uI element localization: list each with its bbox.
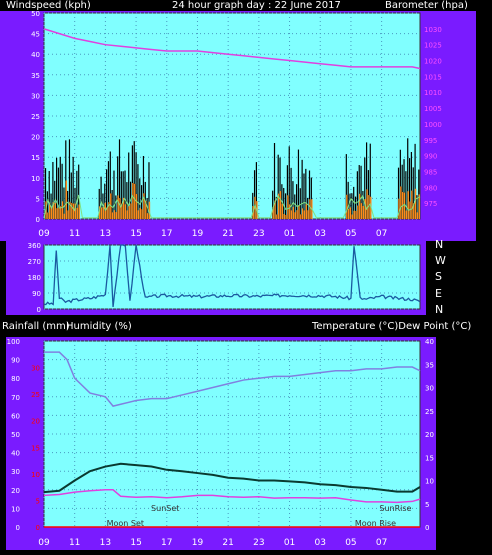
y-tick-label-baro: 985 bbox=[424, 168, 437, 176]
direction-label: N bbox=[435, 238, 444, 251]
y-tick-label-wind: 10 bbox=[31, 175, 40, 183]
y-tick-label-temperature: 35 bbox=[425, 361, 434, 369]
direction-label: N bbox=[435, 303, 444, 316]
y-tick-label-rain: 10 bbox=[31, 471, 40, 479]
x-tick-label: 21 bbox=[222, 538, 233, 548]
y-tick-label-wind: 50 bbox=[31, 11, 40, 18]
wind-baro-chart: 0510152025303540455097598098599099510001… bbox=[31, 11, 442, 239]
barometer-axis-title: Barometer (hpa) bbox=[385, 0, 468, 11]
x-tick-label: 19 bbox=[192, 538, 204, 548]
x-tick-label: 09 bbox=[38, 229, 50, 239]
rainfall-axis-title: Rainfall (mm) bbox=[2, 321, 70, 332]
temp-humidity-chart: 0102030405060708090100051015202530051015… bbox=[7, 338, 434, 548]
x-tick-label: 01 bbox=[284, 538, 295, 548]
x-tick-label: 13 bbox=[100, 229, 111, 239]
x-tick-label: 23 bbox=[253, 538, 264, 548]
y-tick-label-rain: 30 bbox=[31, 365, 40, 373]
x-tick-label: 15 bbox=[130, 229, 141, 239]
y-tick-label-humidity: 70 bbox=[11, 394, 20, 402]
x-tick-label: 15 bbox=[130, 538, 141, 548]
y-tick-label-wind: 5 bbox=[36, 195, 40, 203]
direction-label: S bbox=[435, 270, 442, 283]
y-tick-label-wind: 30 bbox=[31, 92, 40, 100]
y-tick-label-baro: 1000 bbox=[424, 121, 442, 129]
y-tick-label-temperature: 40 bbox=[425, 338, 434, 346]
y-tick-label-direction: 360 bbox=[28, 242, 41, 250]
x-tick-label: 13 bbox=[100, 538, 111, 548]
y-tick-label-rain: 5 bbox=[36, 497, 40, 505]
y-tick-label-wind: 0 bbox=[36, 216, 40, 224]
x-tick-label: 03 bbox=[315, 538, 326, 548]
x-tick-label: 11 bbox=[69, 538, 80, 548]
y-tick-label-baro: 995 bbox=[424, 137, 437, 145]
y-tick-label-baro: 1010 bbox=[424, 89, 442, 97]
y-tick-label-rain: 25 bbox=[31, 391, 40, 399]
y-tick-label-direction: 0 bbox=[37, 306, 41, 314]
temperature-axis-title: Temperature (°C)Dew Point (°C) bbox=[312, 321, 472, 332]
y-tick-label-temperature: 30 bbox=[425, 385, 434, 393]
x-tick-label: 07 bbox=[376, 538, 387, 548]
y-tick-label-wind: 35 bbox=[31, 72, 40, 80]
x-tick-label: 07 bbox=[376, 229, 387, 239]
y-tick-label-temperature: 10 bbox=[425, 478, 434, 486]
y-tick-label-wind: 15 bbox=[31, 154, 40, 162]
y-tick-label-rain: 15 bbox=[31, 444, 40, 452]
y-tick-label-humidity: 30 bbox=[11, 468, 20, 476]
y-tick-label-humidity: 0 bbox=[16, 524, 20, 532]
y-tick-label-baro: 980 bbox=[424, 184, 437, 192]
y-tick-label-temperature: 0 bbox=[425, 524, 429, 532]
y-tick-label-wind: 40 bbox=[31, 51, 40, 59]
y-tick-label-humidity: 50 bbox=[11, 431, 20, 439]
y-tick-label-wind: 25 bbox=[31, 113, 40, 121]
wind-direction-chart: 0 90 180 270 360 bbox=[28, 242, 421, 314]
page-title: 24 hour graph day : 22 June 2017 bbox=[172, 0, 341, 11]
weather-graph: Windspeed (kph) 24 hour graph day : 22 J… bbox=[0, 0, 492, 555]
x-tick-label: 17 bbox=[161, 229, 172, 239]
y-tick-label-direction: 270 bbox=[28, 258, 41, 266]
y-tick-label-rain: 0 bbox=[36, 524, 40, 532]
x-tick-label: 19 bbox=[192, 229, 204, 239]
y-tick-label-temperature: 20 bbox=[425, 431, 434, 439]
direction-label: W bbox=[435, 254, 446, 267]
y-tick-label-baro: 1025 bbox=[424, 42, 442, 50]
y-tick-label-baro: 1015 bbox=[424, 73, 442, 81]
y-tick-label-wind: 20 bbox=[31, 134, 40, 142]
humidity-axis-title: Humidity (%) bbox=[66, 321, 132, 332]
y-tick-label-baro: 1030 bbox=[424, 26, 442, 34]
y-tick-label-humidity: 60 bbox=[11, 412, 20, 420]
y-tick-label-baro: 975 bbox=[424, 200, 437, 208]
y-tick-label-baro: 1020 bbox=[424, 58, 442, 66]
x-tick-label: 21 bbox=[222, 229, 233, 239]
y-tick-label-humidity: 20 bbox=[11, 487, 20, 495]
x-tick-label: 05 bbox=[345, 229, 356, 239]
x-tick-label: 03 bbox=[315, 229, 326, 239]
y-tick-label-baro: 1005 bbox=[424, 105, 442, 113]
windspeed-axis-title: Windspeed (kph) bbox=[6, 0, 91, 11]
y-tick-label-rain: 20 bbox=[31, 418, 40, 426]
y-tick-label-humidity: 40 bbox=[11, 450, 20, 458]
y-tick-label-wind: 45 bbox=[31, 31, 40, 39]
event-annotation: SunRise bbox=[379, 504, 411, 513]
y-tick-label-baro: 990 bbox=[424, 153, 437, 161]
y-tick-label-humidity: 90 bbox=[11, 357, 20, 365]
y-tick-label-humidity: 100 bbox=[7, 338, 20, 346]
y-tick-label-temperature: 25 bbox=[425, 408, 434, 416]
y-tick-label-direction: 180 bbox=[28, 274, 41, 282]
x-tick-label: 01 bbox=[284, 229, 295, 239]
x-tick-label: 11 bbox=[69, 229, 80, 239]
y-tick-label-humidity: 10 bbox=[11, 505, 20, 513]
x-tick-label: 17 bbox=[161, 538, 172, 548]
x-tick-label: 09 bbox=[38, 538, 50, 548]
direction-label: E bbox=[435, 287, 442, 300]
x-tick-label: 05 bbox=[345, 538, 356, 548]
y-tick-label-direction: 90 bbox=[32, 290, 41, 298]
y-tick-label-temperature: 5 bbox=[425, 501, 429, 509]
event-annotation: SunSet bbox=[151, 504, 179, 513]
y-tick-label-temperature: 15 bbox=[425, 454, 434, 462]
y-tick-label-humidity: 80 bbox=[11, 375, 20, 383]
x-tick-label: 23 bbox=[253, 229, 264, 239]
